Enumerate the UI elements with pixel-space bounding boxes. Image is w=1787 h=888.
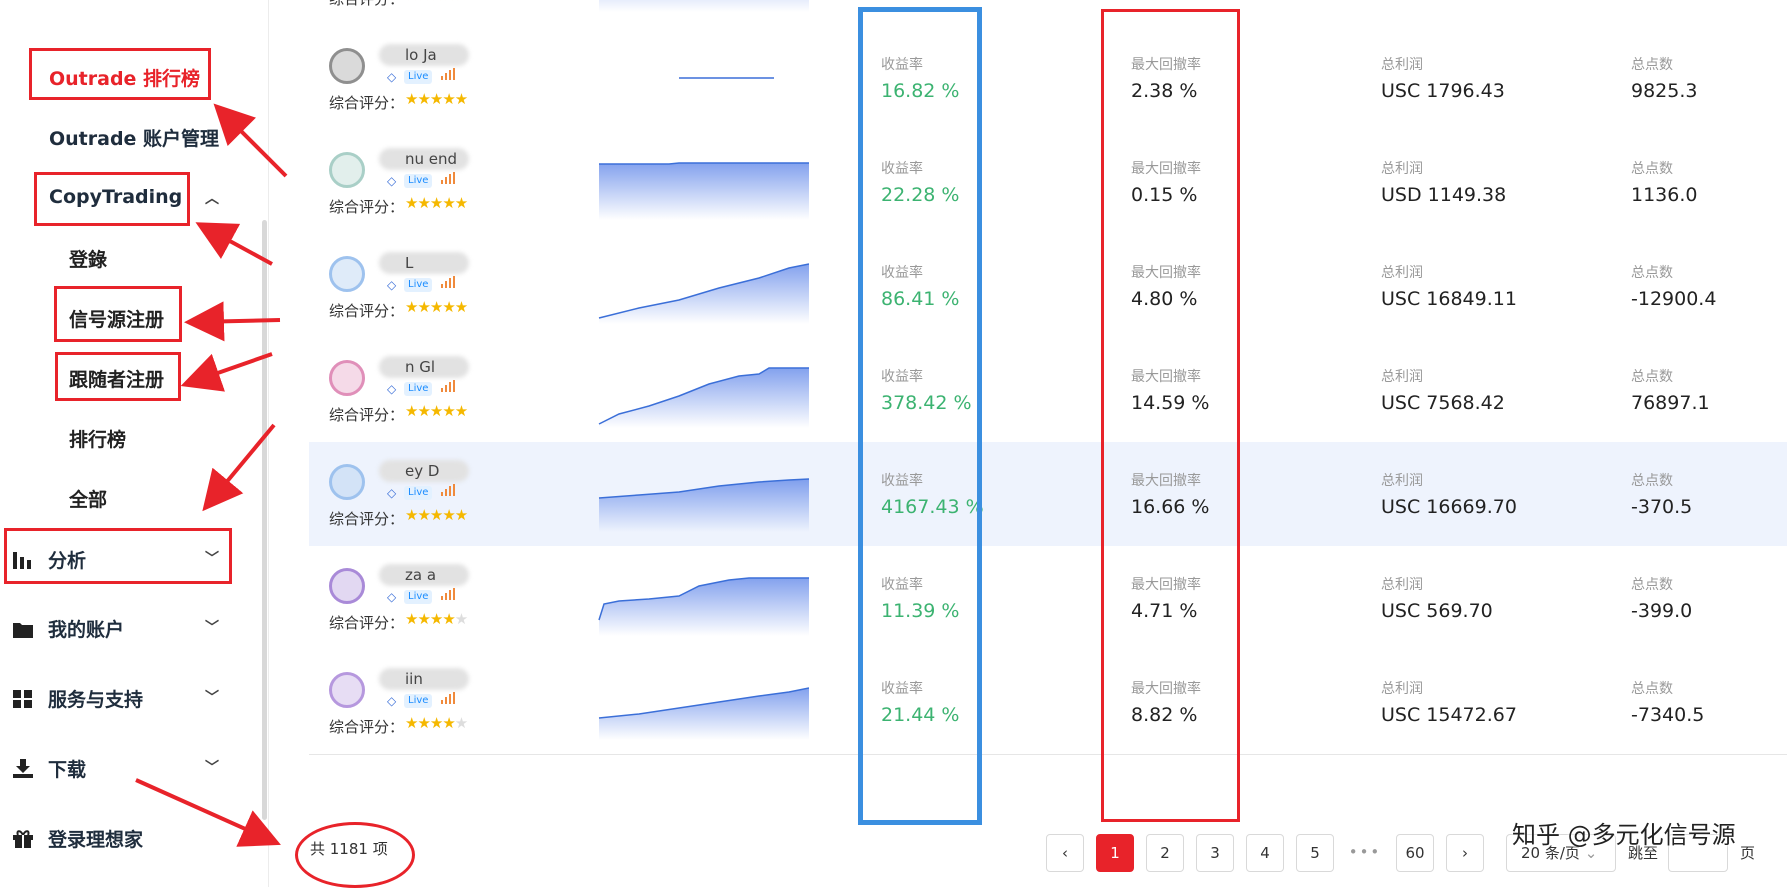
arrow-to-follower-register — [180, 352, 273, 392]
arrow-to-signal-register — [184, 301, 281, 342]
annotation-arrows — [135, 103, 288, 847]
arrow-to-total — [135, 778, 281, 847]
watermark: 知乎 @多元化信号源 — [1512, 821, 1736, 849]
arrow-to-account — [213, 103, 288, 178]
arrow-to-all — [202, 423, 276, 512]
arrow-to-copytrading — [195, 222, 273, 266]
